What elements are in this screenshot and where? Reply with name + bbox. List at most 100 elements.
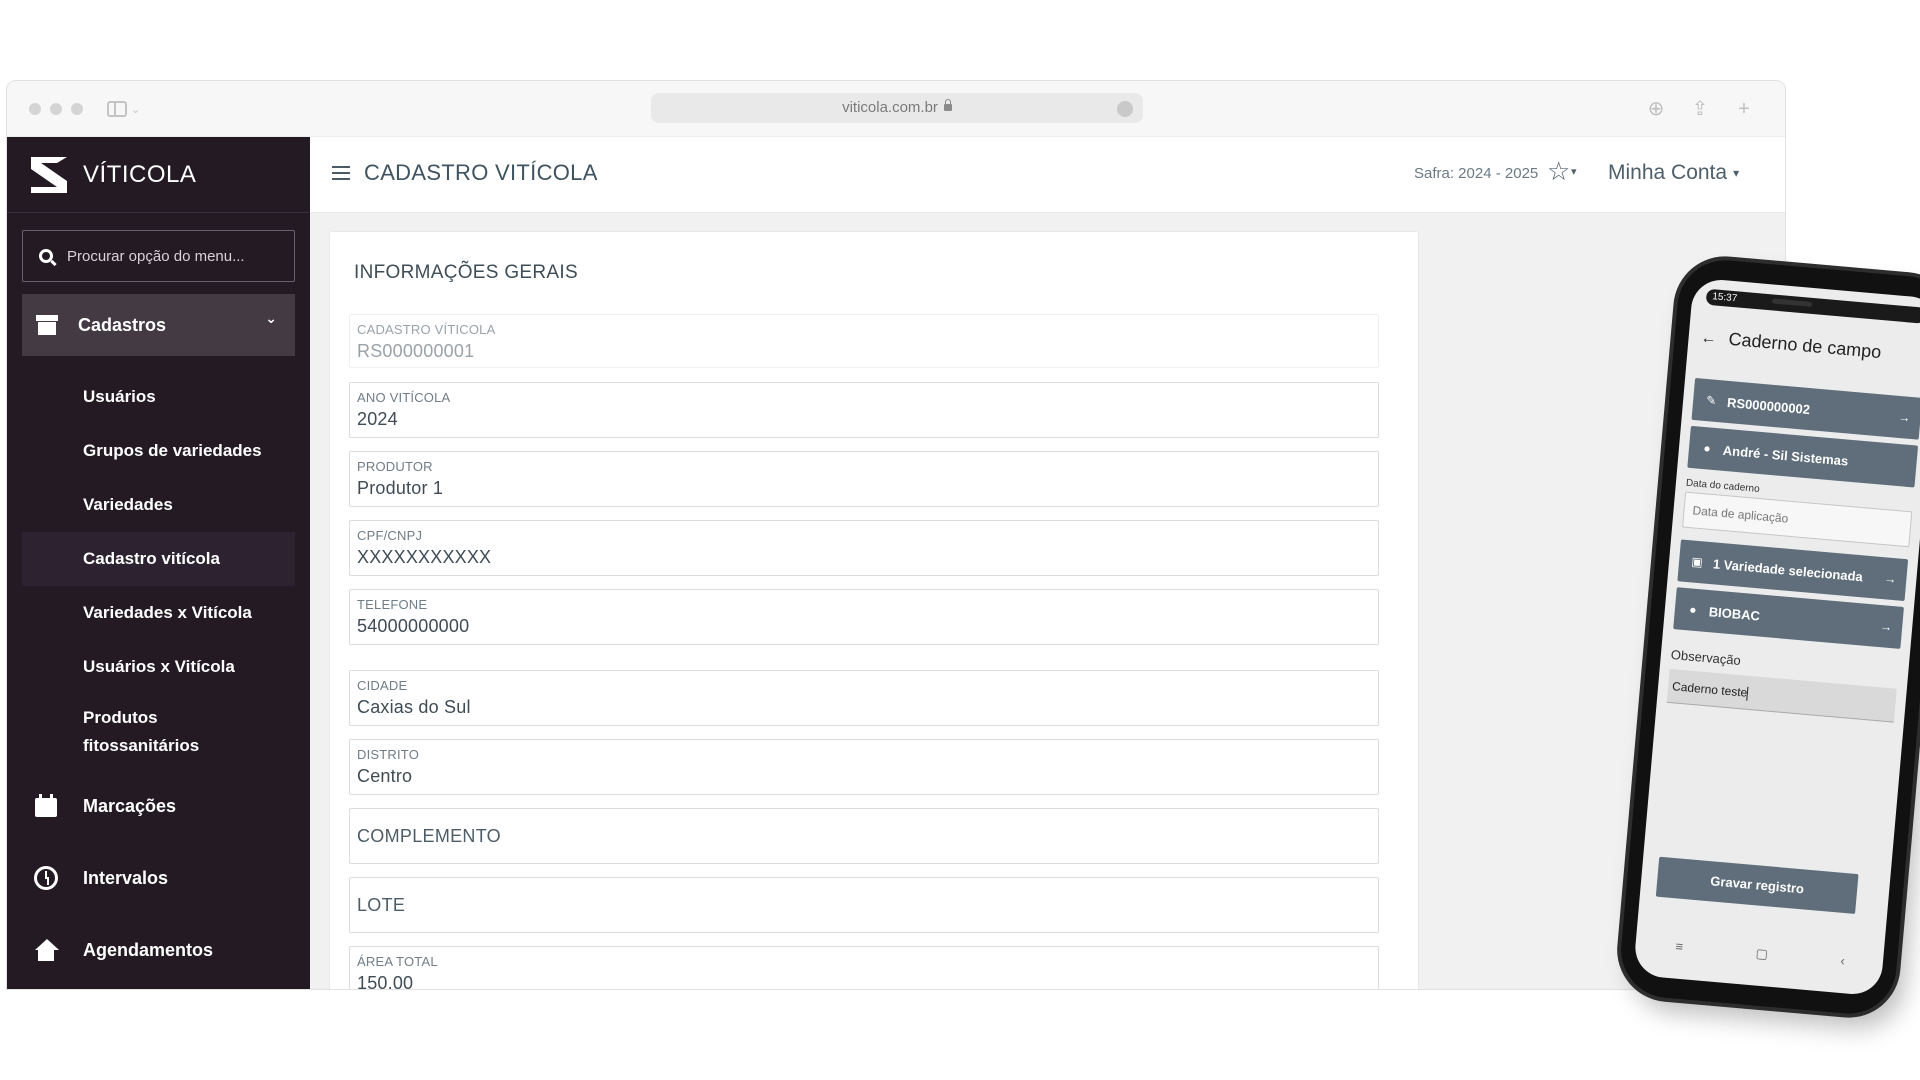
- sidebar-item-cadastro-viticola[interactable]: Cadastro vitícola: [22, 532, 295, 586]
- download-icon[interactable]: ⊕: [1645, 98, 1667, 120]
- drop-icon: ●: [1688, 602, 1698, 617]
- button-label: André - Sil Sistemas: [1722, 442, 1849, 469]
- complemento-field[interactable]: COMPLEMENTO: [349, 808, 1379, 864]
- home-icon: [33, 937, 59, 963]
- phone-time: 15:37: [1711, 291, 1738, 305]
- distrito-field[interactable]: DISTRITO Centro: [349, 739, 1379, 795]
- tray-icon: ▣: [1690, 554, 1704, 570]
- lock-icon: [943, 99, 952, 111]
- account-label: Minha Conta: [1608, 161, 1728, 184]
- field-label: DISTRITO: [357, 747, 420, 762]
- phone-obs-label: Observação: [1670, 646, 1742, 669]
- top-bar: CADASTRO VITÍCOLA Safra: 2024 - 2025 ☆ ▾…: [310, 137, 1785, 213]
- share-icon[interactable]: ⇪: [1689, 98, 1711, 120]
- sidebar-item-marcacoes[interactable]: Marcações: [7, 770, 310, 842]
- text-cursor: [1746, 686, 1749, 701]
- phone-data-input[interactable]: Data de aplicação: [1682, 491, 1913, 548]
- field-value: 150,00: [357, 973, 414, 990]
- reload-icon[interactable]: [1117, 101, 1133, 117]
- phone-title: Caderno de campo: [1727, 328, 1883, 363]
- arrow-right-icon: →: [1883, 571, 1897, 587]
- produtor-field[interactable]: PRODUTOR Produtor 1: [349, 451, 1379, 507]
- field-label: PRODUTOR: [357, 459, 433, 474]
- phone-obs-input[interactable]: Caderno teste: [1666, 668, 1897, 723]
- brand[interactable]: VÍTICOLA: [7, 137, 310, 213]
- safra-label: Safra: 2024 - 2025: [1414, 165, 1539, 182]
- input-value: Caderno teste: [1671, 679, 1748, 700]
- field-label: ANO VITÍCOLA: [357, 390, 451, 405]
- sidebar-item-variedades-x-viticola[interactable]: Variedades x Vitícola: [22, 586, 295, 640]
- page-title: CADASTRO VITÍCOLA: [364, 160, 598, 185]
- menu-icon[interactable]: [332, 166, 350, 180]
- field-value: RS000000001: [357, 341, 475, 361]
- field-placeholder: COMPLEMENTO: [357, 826, 501, 846]
- field-label: CPF/CNPJ: [357, 528, 423, 543]
- field-value: XXXXXXXXXXX: [357, 547, 492, 567]
- cpf-cnpj-field[interactable]: CPF/CNPJ XXXXXXXXXXX: [349, 520, 1379, 576]
- field-label: CADASTRO VÍTICOLA: [357, 322, 496, 337]
- sidebar-item-label: Marcações: [83, 795, 177, 816]
- cadastro-viticola-field: CADASTRO VÍTICOLA RS000000001: [349, 314, 1379, 368]
- clock-icon: [33, 865, 59, 891]
- sidebar-toggle-icon[interactable]: ⌄: [107, 100, 147, 120]
- window-controls[interactable]: [29, 103, 83, 115]
- browser-toolbar: ⌄ viticola.com.br ⊕ ⇪ +: [7, 81, 1785, 137]
- sidebar-item-grupos-variedades[interactable]: Grupos de variedades: [22, 424, 295, 478]
- search-icon: [39, 249, 53, 263]
- menu-icon[interactable]: ≡: [1675, 938, 1684, 955]
- lote-field[interactable]: LOTE: [349, 877, 1379, 933]
- account-menu[interactable]: Minha Conta ▾: [1608, 161, 1739, 185]
- chevron-down-icon: ▾: [1733, 166, 1740, 180]
- sidebar-item-intervalos[interactable]: Intervalos: [7, 842, 310, 914]
- field-label: TELEFONE: [357, 597, 428, 612]
- field-value: Caxias do Sul: [357, 697, 471, 717]
- button-label: 1 Variedade selecionada: [1712, 555, 1864, 584]
- sidebar-item-usuarios[interactable]: Usuários: [22, 370, 295, 424]
- sidebar-item-produtos-fitossanitarios[interactable]: Produtos fitossanitários: [22, 694, 295, 770]
- url-text: viticola.com.br: [842, 99, 938, 116]
- archive-icon: [36, 315, 58, 335]
- back-arrow-icon[interactable]: ←: [1700, 329, 1717, 347]
- address-bar[interactable]: viticola.com.br: [651, 93, 1143, 123]
- logo-icon: [31, 156, 67, 193]
- menu-search-input[interactable]: Procurar opção do menu...: [22, 230, 295, 282]
- phone-save-button[interactable]: Gravar registro: [1655, 856, 1859, 914]
- sidebar-item-label: fitossanitários: [83, 736, 200, 755]
- pen-icon: ✎: [1705, 393, 1717, 408]
- arrow-right-icon: →: [1897, 409, 1912, 425]
- sidebar-item-agendamentos[interactable]: Agendamentos: [7, 914, 310, 986]
- back-icon[interactable]: ‹: [1840, 953, 1846, 969]
- calendar-icon: [33, 793, 59, 819]
- phone-status-bar: 15:37: [1705, 288, 1920, 324]
- sidebar-item-usuarios-x-viticola[interactable]: Usuários x Vitícola: [22, 640, 295, 694]
- home-icon[interactable]: ▢: [1755, 946, 1769, 963]
- sidebar-section-cadastros[interactable]: Cadastros ⌄: [22, 294, 295, 356]
- sidebar-item-label: Agendamentos: [83, 939, 214, 960]
- field-label: ÁREA TOTAL: [357, 954, 438, 969]
- brand-name: VÍTICOLA: [83, 160, 197, 188]
- phone-nav-bar: ≡ ▢ ‹: [1675, 938, 1846, 969]
- field-value: Centro: [357, 766, 413, 786]
- area-total-field[interactable]: ÁREA TOTAL 150,00: [349, 946, 1379, 990]
- telefone-field[interactable]: TELEFONE 54000000000: [349, 589, 1379, 645]
- browser-window: ⌄ viticola.com.br ⊕ ⇪ + VÍTICOLA Procura…: [6, 80, 1786, 990]
- input-placeholder: Data de aplicação: [1691, 503, 1789, 526]
- cidade-field[interactable]: CIDADE Caxias do Sul: [349, 670, 1379, 726]
- section-title: INFORMAÇÕES GERAIS: [354, 262, 578, 283]
- star-icon[interactable]: ☆: [1547, 158, 1570, 184]
- section-label: Cadastros: [78, 314, 167, 335]
- chevron-down-icon: ⌄: [265, 310, 277, 326]
- sidebar-item-label: Produtos: [83, 708, 158, 727]
- chevron-down-icon[interactable]: ▾: [1571, 165, 1577, 178]
- sidebar: VÍTICOLA Procurar opção do menu... Cadas…: [7, 137, 310, 989]
- button-label: BIOBAC: [1708, 603, 1761, 624]
- ano-viticola-field[interactable]: ANO VITÍCOLA 2024: [349, 382, 1379, 438]
- new-tab-icon[interactable]: +: [1733, 98, 1755, 120]
- form-card: INFORMAÇÕES GERAIS CADASTRO VÍTICOLA RS0…: [329, 231, 1419, 990]
- arrow-right-icon: →: [1879, 619, 1893, 635]
- phone-header: ← Caderno de campo: [1700, 326, 1882, 363]
- phone-screen: 15:37 ← Caderno de campo ✎ RS000000002 → ● A…: [1632, 277, 1920, 997]
- user-icon: ●: [1702, 441, 1712, 456]
- sidebar-item-variedades[interactable]: Variedades: [22, 478, 295, 532]
- button-label: RS000000002: [1726, 394, 1811, 417]
